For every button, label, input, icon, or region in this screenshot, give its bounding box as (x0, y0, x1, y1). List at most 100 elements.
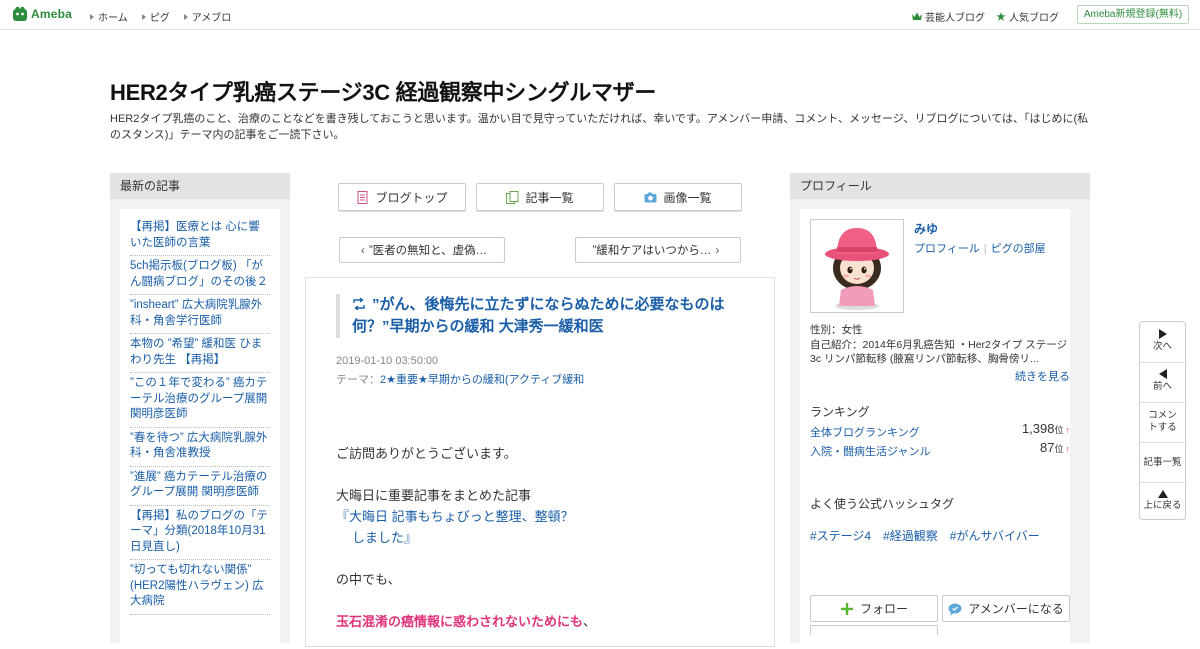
profile-link[interactable]: プロフィール (914, 243, 980, 255)
floating-nav: 次へ 前へ コメントする 記事一覧 上に戻る (1139, 321, 1186, 520)
prev-label: 前へ (1152, 381, 1172, 392)
profile-intro: 自己紹介：2014年6月乳癌告知 ・Her2タイプ ステージ3c リンパ節転移 … (810, 339, 1068, 365)
ranking-overall-link[interactable]: 全体ブログランキング (810, 427, 920, 439)
ranking-heading: ランキング (810, 405, 870, 419)
article: ”がん、後悔先に立たずにならぬために必要なものは何？”早期からの緩和 大津秀一緩… (305, 277, 775, 647)
list-item[interactable]: 【再掲】医療とは 心に響いた医師の言葉 (130, 217, 270, 256)
star-icon (996, 12, 1006, 21)
hashtag-list: #ステージ4 #経過観察 #がんサバイバー (810, 527, 1052, 544)
list-item[interactable]: ”この１年で変わる” 癌カテーテル治療のグループ展開 関明彦医師 (130, 373, 270, 428)
ranking-row-genre: 入院・闘病生活ジャンル 87位 ↑ (810, 440, 1070, 459)
popular-blog-link[interactable]: 人気ブログ (996, 9, 1059, 24)
blog-title[interactable]: HER2タイプ乳癌ステージ3C 経過観察中シングルマザー (110, 75, 656, 107)
nav-pigg-label: ピグ (149, 13, 170, 24)
arrow-up-icon (1157, 490, 1168, 498)
triangle-right-icon (141, 13, 146, 20)
recent-entries-heading: 最新の記事 (110, 173, 290, 199)
signup-button[interactable]: Ameba新規登録(無料) (1077, 5, 1189, 24)
list-item[interactable]: 5ch掲示板(ブログ板) 「がん闘病ブログ」のその後２ (130, 256, 270, 295)
global-header: Ameba ホーム ピグ アメブロ 芸能人ブログ 人気ブログ Ameba新規登録… (0, 0, 1200, 30)
nav-amebro-label: アメブロ (191, 13, 232, 24)
article-text-line3: の中でも、 (336, 572, 401, 587)
hashtag-link[interactable]: #ステージ4 (810, 529, 871, 543)
article-title-text: ”がん、後悔先に立たずにならぬために必要なものは何？”早期からの緩和 大津秀一緩… (352, 296, 725, 335)
triangle-right-icon (183, 13, 188, 20)
arrow-up-icon: ↑ (1065, 425, 1071, 435)
list-item[interactable]: ”春を待つ” 広大病院乳腺外科・角舎准教授 (130, 428, 270, 467)
back-to-top-button[interactable]: 上に戻る (1140, 483, 1185, 520)
article-link-block-2: しました』 (352, 527, 417, 548)
nav-amebro[interactable]: アメブロ (183, 9, 232, 24)
ranking-genre-value: 87位 ↑ (1040, 440, 1070, 455)
ameba-logo-icon (13, 6, 27, 21)
follow-label: フォロー (859, 602, 908, 616)
link-bracket-open: 『 (336, 509, 350, 524)
article-title[interactable]: ”がん、後悔先に立たずにならぬために必要なものは何？”早期からの緩和 大津秀一緩… (352, 294, 746, 338)
chat-icon (948, 603, 962, 615)
celebrity-blog-link[interactable]: 芸能人ブログ (912, 9, 985, 24)
document-icon (357, 190, 368, 204)
back-to-top-label: 上に戻る (1143, 500, 1182, 511)
blog-description: HER2タイプ乳癌のこと、治療のことなどを書き残しておこうと思います。温かい目で… (110, 113, 1089, 141)
article-date: 2019-01-10 03:50:00 (336, 355, 439, 367)
read-more-link[interactable]: 続きを見る (1015, 368, 1070, 384)
prev-button[interactable]: 前へ (1140, 363, 1185, 403)
profile-name[interactable]: みゆ (914, 220, 938, 237)
entry-list-button[interactable]: 記事一覧 (476, 183, 604, 211)
entry-list-side-button[interactable]: 記事一覧 (1140, 443, 1185, 483)
reblog-icon (353, 298, 365, 310)
article-title-block: ”がん、後悔先に立たずにならぬために必要なものは何？”早期からの緩和 大津秀一緩… (336, 294, 746, 338)
article-inner-link-2[interactable]: しました (352, 530, 404, 545)
arrow-right-icon (1158, 329, 1167, 339)
nav-home[interactable]: ホーム (90, 9, 128, 24)
profile-gender: 性別：女性 (810, 324, 863, 336)
pig-room-link[interactable]: ピグの部屋 (991, 243, 1046, 255)
next-entry-label: ”緩和ケアはいつから… (592, 245, 712, 257)
hashtag-link[interactable]: #経過観察 (883, 529, 938, 543)
list-item[interactable]: 本物の ”希望” 緩和医 ひまわり先生 【再掲】 (130, 334, 270, 373)
next-button[interactable]: 次へ (1140, 322, 1185, 363)
ranking-genre-link[interactable]: 入院・闘病生活ジャンル (810, 446, 930, 458)
profile-links: プロフィール | ピグの部屋 (914, 240, 1046, 256)
list-item[interactable]: ”切っても切れない関係” (HER2陽性ハラヴェン) 広大病院 (130, 560, 270, 615)
chevron-right-icon: › (715, 243, 720, 257)
list-item[interactable]: ”進展” 癌カテーテル治療のグループ展開 関明彦医師 (130, 467, 270, 506)
article-highlight-text: 玉石混淆の癌情報に惑わされないためにも (336, 614, 584, 629)
copy-icon (506, 190, 519, 204)
nav-home-label: ホーム (98, 13, 128, 24)
blog-top-label: ブログトップ (375, 190, 448, 205)
list-item[interactable]: ”insheart” 広大病院乳腺外科・角舎学行医師 (130, 295, 270, 334)
image-list-label: 画像一覧 (663, 190, 712, 205)
article-theme-label: テーマ： (336, 374, 380, 386)
plus-icon (840, 602, 853, 615)
hashtag-link[interactable]: #がんサバイバー (950, 529, 1040, 543)
article-theme: テーマ：2★重要★早期からの緩和(アクティブ緩和 (336, 371, 584, 387)
list-item[interactable]: 【再掲】私のブログの「テーマ」分類(2018年10月31日見直し) (130, 506, 270, 560)
nav-pigg[interactable]: ピグ (141, 9, 170, 24)
article-theme-link[interactable]: 2★重要★早期からの緩和(アクティブ緩和 (380, 374, 584, 386)
recent-entries-box: 最新の記事 【再掲】医療とは 心に響いた医師の言葉 5ch掲示板(ブログ板) 「… (110, 173, 290, 649)
amember-button[interactable]: アメンバーになる (942, 595, 1070, 622)
image-list-button[interactable]: 画像一覧 (614, 183, 742, 211)
prev-entry-link[interactable]: ‹ ”医者の無知と、虚偽… (339, 237, 505, 263)
article-text-line4: 玉石混淆の癌情報に惑わされないためにも、 (336, 611, 596, 632)
comment-button[interactable]: コメントする (1140, 403, 1185, 443)
article-text-line2: 大晦日に重要記事をまとめた記事 (336, 488, 532, 503)
divider: | (983, 243, 987, 255)
arrow-left-icon (1158, 369, 1167, 379)
entry-list-label: 記事一覧 (525, 190, 574, 205)
global-nav: ホーム ピグ アメブロ (90, 9, 245, 24)
message-button-partial[interactable] (810, 625, 938, 635)
article-text-punct: 、 (583, 614, 597, 629)
follow-button[interactable]: フォロー (810, 595, 938, 622)
article-link-block: 『大晦日 記事もちょびっと整理、整頓？ (336, 506, 574, 527)
ameba-logo[interactable]: Ameba (12, 6, 72, 22)
rank-number: 1,398 (1021, 421, 1055, 436)
chevron-left-icon: ‹ (360, 243, 365, 257)
popular-blog-label: 人気ブログ (1009, 13, 1059, 24)
next-entry-link[interactable]: ”緩和ケアはいつから… › (575, 237, 741, 263)
avatar[interactable] (810, 219, 904, 313)
ranking-overall-value: 1,398位 ↑ (1022, 421, 1070, 436)
article-inner-link[interactable]: 大晦日 記事もちょびっと整理、整頓？ (349, 509, 574, 524)
blog-top-button[interactable]: ブログトップ (338, 183, 466, 211)
